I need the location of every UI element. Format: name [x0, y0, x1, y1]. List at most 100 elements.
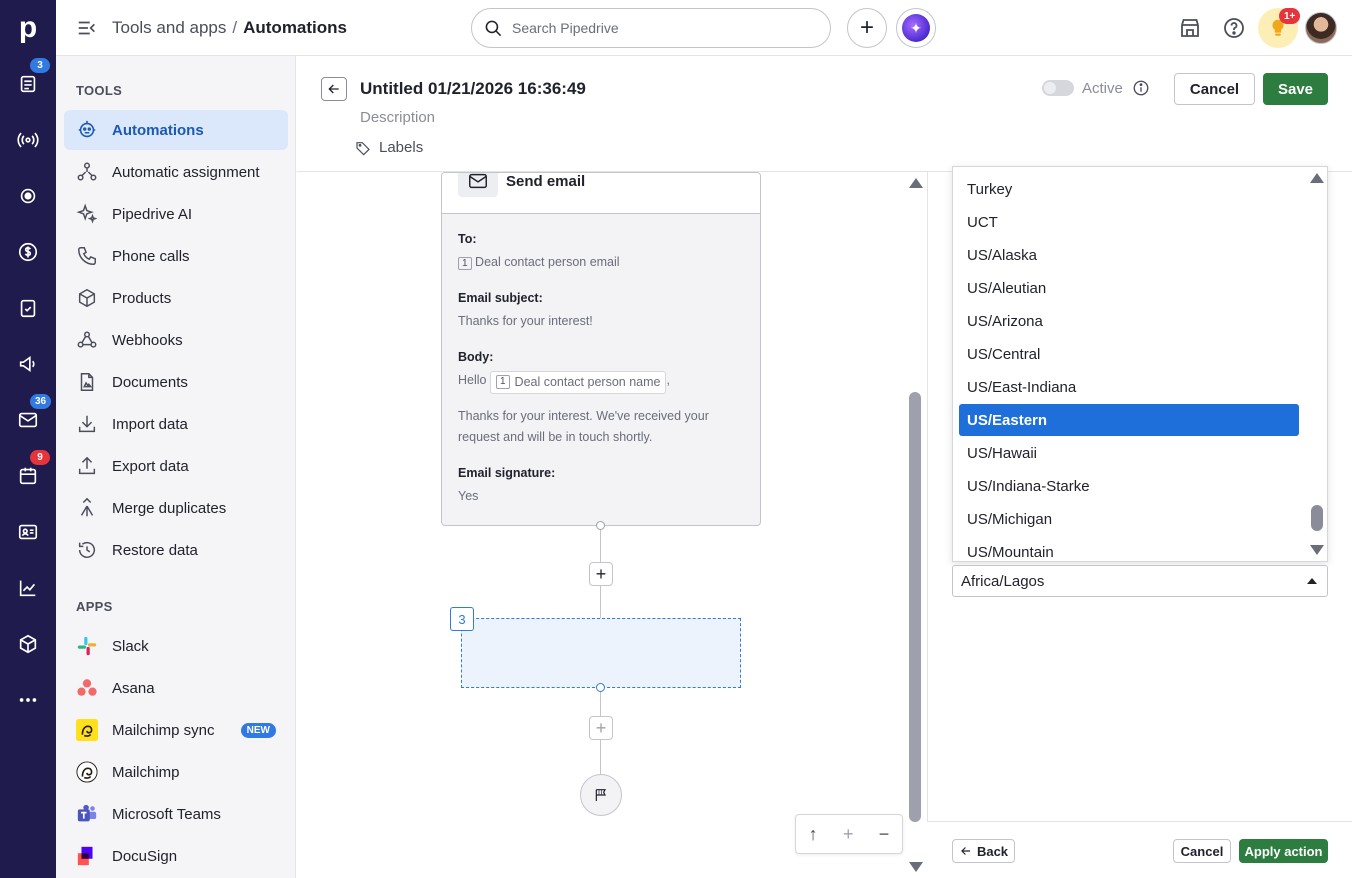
sidebar-item-merge-duplicates[interactable]: Merge duplicates	[64, 488, 288, 528]
document-icon	[80, 373, 94, 391]
mailchimp-icon	[76, 719, 98, 741]
scroll-up-icon[interactable]	[909, 178, 923, 188]
sidebar-item-slack[interactable]: Slack	[64, 626, 288, 666]
timezone-option[interactable]: US/East-Indiana	[959, 371, 1299, 403]
sidebar-item-docusign[interactable]: DocuSign	[64, 836, 288, 876]
zoom-out-icon[interactable]: −	[879, 824, 890, 845]
mailchimp-icon	[76, 761, 98, 783]
sidebar-item-import-data[interactable]: Import data	[64, 404, 288, 444]
save-button[interactable]: Save	[1263, 73, 1328, 105]
sidebar-item-documents[interactable]: Documents	[64, 362, 288, 402]
sidebar-item-phone-calls[interactable]: Phone calls	[64, 236, 288, 276]
quick-add-button[interactable]: +	[847, 8, 887, 48]
workflow-canvas[interactable]: Send email To: 1 Deal contact person ema…	[297, 172, 927, 878]
sidebar-item-asana[interactable]: Asana	[64, 668, 288, 708]
subject-label: Email subject:	[458, 291, 543, 305]
more-nav-icon[interactable]	[0, 672, 56, 728]
back-button[interactable]	[321, 77, 347, 101]
timezone-select[interactable]: Africa/Lagos	[952, 565, 1328, 597]
sidebar-item-label: DocuSign	[112, 847, 178, 865]
timezone-option-highlighted[interactable]: US/Eastern	[959, 404, 1299, 436]
zoom-in-icon[interactable]: +	[843, 824, 854, 845]
labels-button[interactable]: Labels	[355, 139, 423, 156]
timezone-option[interactable]: Turkey	[959, 173, 1299, 205]
sidebar-item-automatic-assignment[interactable]: Automatic assignment	[64, 152, 288, 192]
sidebar-item-products[interactable]: Products	[64, 278, 288, 318]
to-value: 1 Deal contact person email	[458, 252, 744, 273]
timezone-dropdown-list[interactable]: Turkey UCT US/Alaska US/Aleutian US/Ariz…	[952, 166, 1328, 562]
body-hello: Hello	[458, 373, 487, 387]
sidebar-item-label: Export data	[112, 457, 189, 475]
scroll-down-icon[interactable]	[909, 862, 923, 872]
cancel-action-button[interactable]: Cancel	[1173, 839, 1231, 863]
chip-text: Deal contact person name	[514, 374, 661, 389]
back-step-button[interactable]: Back	[952, 839, 1015, 863]
collapse-menu-icon[interactable]	[76, 17, 98, 39]
search-placeholder: Search Pipedrive	[512, 20, 619, 36]
sidebar-item-mailchimp[interactable]: Mailchimp	[64, 752, 288, 792]
new-step-placeholder[interactable]	[461, 618, 741, 688]
add-step-button[interactable]: +	[589, 562, 613, 586]
timezone-option[interactable]: US/Mountain	[959, 536, 1299, 561]
breadcrumb-current: Automations	[243, 18, 347, 37]
canvas-scrollbar[interactable]	[907, 172, 923, 878]
insights-nav-icon[interactable]	[0, 560, 56, 616]
user-avatar[interactable]	[1305, 12, 1337, 44]
sidebar-item-pipedrive-ai[interactable]: Pipedrive AI	[64, 194, 288, 234]
dollar-nav-icon[interactable]	[0, 224, 56, 280]
description-field[interactable]: Description	[360, 109, 435, 126]
tasks-nav-icon[interactable]	[0, 280, 56, 336]
merge-field-chip: 1 Deal contact person name	[489, 370, 667, 394]
ai-sparkle-icon: ✦	[902, 14, 930, 42]
products-nav-icon[interactable]	[0, 616, 56, 672]
timezone-option[interactable]: US/Central	[959, 338, 1299, 370]
sidebar-item-export-data[interactable]: Export data	[64, 446, 288, 486]
apply-action-button[interactable]: Apply action	[1239, 839, 1328, 863]
sidebar-item-webhooks[interactable]: Webhooks	[64, 320, 288, 360]
sidebar-item-label: Documents	[112, 373, 188, 391]
search-input[interactable]: Search Pipedrive	[471, 8, 831, 48]
info-icon[interactable]	[1132, 79, 1150, 97]
campaigns-nav-icon[interactable]	[0, 336, 56, 392]
pipedrive-logo[interactable]: p	[0, 0, 56, 56]
ai-assistant-button[interactable]: ✦	[896, 8, 936, 48]
automation-title[interactable]: Untitled 01/21/2026 16:36:49	[360, 79, 586, 99]
timezone-option[interactable]: US/Alaska	[959, 239, 1299, 271]
timezone-option[interactable]: US/Hawaii	[959, 437, 1299, 469]
sidebar-item-label: Slack	[112, 637, 149, 655]
timezone-option[interactable]: US/Arizona	[959, 305, 1299, 337]
contacts-nav-icon[interactable]	[0, 504, 56, 560]
breadcrumb-parent-link[interactable]: Tools and apps	[112, 18, 226, 37]
teams-icon	[77, 804, 97, 822]
sidebar-item-microsoft-teams[interactable]: Microsoft Teams	[64, 794, 288, 834]
mail-nav-icon[interactable]: 36	[0, 392, 56, 448]
dropdown-scrollbar[interactable]	[1307, 167, 1327, 561]
add-step-button[interactable]: +	[589, 716, 613, 740]
send-email-step-card[interactable]: Send email To: 1 Deal contact person ema…	[441, 172, 761, 526]
sidebar-item-mailchimp-sync[interactable]: Mailchimp sync NEW	[64, 710, 288, 750]
target-nav-icon[interactable]	[0, 168, 56, 224]
dropdown-scroll-thumb[interactable]	[1311, 505, 1323, 531]
leads-nav-icon[interactable]: 3	[0, 56, 56, 112]
cancel-button[interactable]: Cancel	[1174, 73, 1255, 105]
arrow-left-icon	[328, 84, 339, 94]
breadcrumb: Tools and apps / Automations	[112, 18, 347, 38]
scroll-down-icon[interactable]	[1310, 545, 1324, 555]
sidebar-item-automations[interactable]: Automations	[64, 110, 288, 150]
timezone-option[interactable]: US/Indiana-Starke	[959, 470, 1299, 502]
help-icon[interactable]	[1222, 16, 1246, 40]
active-toggle[interactable]	[1042, 80, 1074, 96]
subject-value: Thanks for your interest!	[458, 314, 593, 328]
timezone-option[interactable]: UCT	[959, 206, 1299, 238]
deals-radio-icon[interactable]	[0, 112, 56, 168]
scroll-thumb[interactable]	[909, 392, 921, 822]
mail-badge: 36	[30, 394, 52, 409]
sidebar-item-restore-data[interactable]: Restore data	[64, 530, 288, 570]
scroll-up-icon[interactable]	[1310, 173, 1324, 183]
calendar-nav-icon[interactable]: 9	[0, 448, 56, 504]
marketplace-icon[interactable]	[1178, 16, 1202, 40]
timezone-option[interactable]: US/Aleutian	[959, 272, 1299, 304]
arrow-up-icon[interactable]: ↑	[809, 824, 818, 845]
timezone-option[interactable]: US/Michigan	[959, 503, 1299, 535]
labels-text: Labels	[379, 139, 424, 156]
